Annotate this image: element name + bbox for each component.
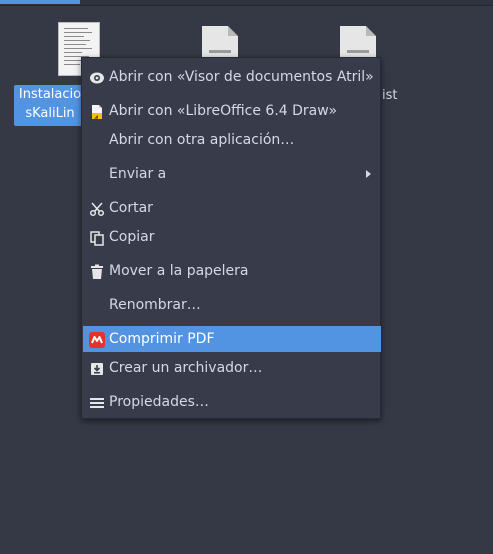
file-label[interactable]: Instalacio sKaliLin bbox=[14, 85, 86, 126]
menu-item-open-with-libreoffice-draw[interactable]: ◢ Abrir con «LibreOffice 6.4 Draw» bbox=[83, 98, 381, 124]
menu-item-properties[interactable]: Propiedades… bbox=[83, 389, 381, 415]
active-tab-indicator bbox=[0, 0, 80, 4]
top-bar bbox=[0, 0, 493, 6]
menu-item-move-to-trash[interactable]: Mover a la papelera bbox=[83, 258, 381, 284]
menu-item-send-to[interactable]: Enviar a bbox=[83, 161, 381, 187]
menu-item-open-with-other[interactable]: Abrir con otra aplicación… bbox=[83, 127, 381, 153]
file-label-line1: Instalacio bbox=[18, 87, 82, 102]
context-menu: Abrir con «Visor de documentos Atril» ◢ … bbox=[81, 57, 381, 419]
file-label-line2: sKaliLin bbox=[25, 106, 75, 121]
properties-icon bbox=[89, 394, 105, 410]
trash-icon bbox=[89, 263, 105, 279]
menu-item-compress-pdf[interactable]: Comprimir PDF bbox=[83, 326, 381, 352]
compress-pdf-icon bbox=[89, 331, 105, 348]
svg-text:◢: ◢ bbox=[94, 114, 98, 120]
menu-item-cut[interactable]: Cortar bbox=[83, 195, 381, 221]
menu-item-copy[interactable]: Copiar bbox=[83, 224, 381, 250]
menu-item-rename[interactable]: Renombrar… bbox=[83, 292, 381, 318]
eye-icon bbox=[89, 69, 105, 85]
copy-icon bbox=[89, 229, 105, 246]
submenu-arrow-icon bbox=[366, 170, 371, 178]
libreoffice-draw-icon: ◢ bbox=[89, 103, 105, 120]
scissors-icon bbox=[89, 200, 105, 217]
menu-item-open-with-atril[interactable]: Abrir con «Visor de documentos Atril» bbox=[83, 64, 381, 90]
menu-item-create-archive[interactable]: Crear un archivador… bbox=[83, 355, 381, 381]
archive-icon bbox=[89, 360, 105, 376]
file-label[interactable]: ist bbox=[382, 88, 397, 103]
